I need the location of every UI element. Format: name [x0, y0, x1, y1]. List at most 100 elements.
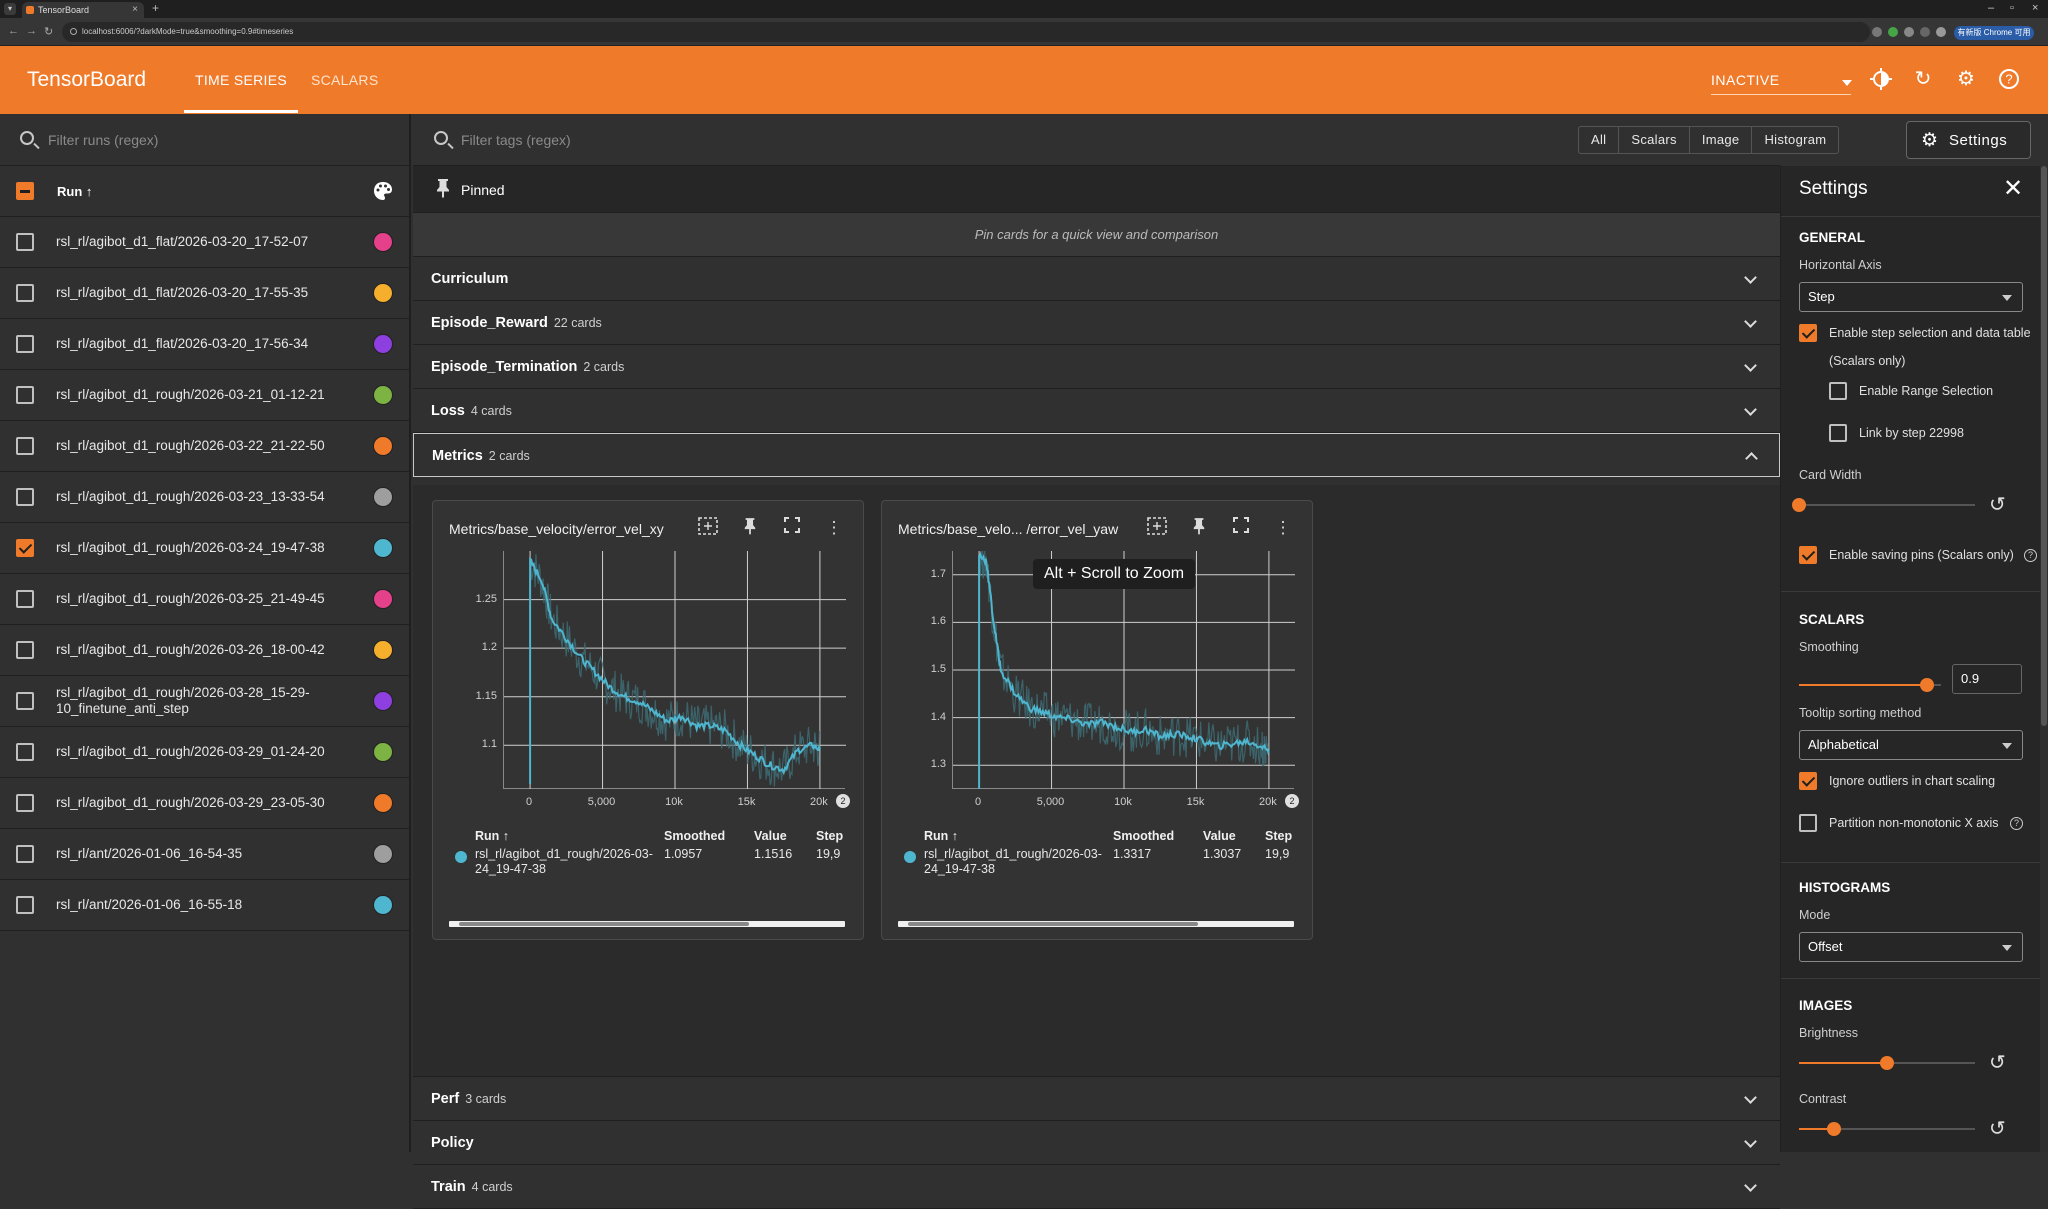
col-value[interactable]: Value	[1203, 829, 1236, 843]
extension-green-icon[interactable]	[1888, 27, 1898, 37]
browser-tab[interactable]: TensorBoard ×	[22, 2, 144, 18]
chrome-update-button[interactable]: 有新版 Chrome 可用	[1954, 26, 2034, 40]
close-tab-icon[interactable]: ×	[132, 4, 138, 15]
run-row[interactable]: rsl_rl/agibot_d1_rough/2026-03-26_18-00-…	[0, 625, 411, 676]
run-color-swatch[interactable]	[373, 589, 393, 609]
tag-group-policy[interactable]: Policy	[413, 1121, 1780, 1165]
run-row[interactable]: rsl_rl/agibot_d1_rough/2026-03-25_21-49-…	[0, 574, 411, 625]
fullscreen-icon[interactable]	[1230, 517, 1252, 539]
settings-toggle-button[interactable]: ⚙ Settings	[1906, 121, 2031, 159]
chevron-down-icon[interactable]	[1744, 359, 1757, 372]
help-icon[interactable]: ?	[2024, 549, 2037, 562]
scrollbar-thumb[interactable]	[908, 922, 1198, 926]
chevron-down-icon[interactable]	[1744, 403, 1757, 416]
tooltip-sort-select[interactable]: Alphabetical	[1799, 730, 2023, 760]
chevron-down-icon[interactable]	[1744, 1179, 1757, 1192]
run-row[interactable]: rsl_rl/agibot_d1_rough/2026-03-29_01-24-…	[0, 727, 411, 778]
minimize-icon[interactable]: –	[1988, 2, 1994, 14]
gear-icon[interactable]: ⚙	[1955, 68, 1977, 90]
run-checkbox[interactable]	[16, 692, 34, 710]
tag-group-curriculum[interactable]: Curriculum	[413, 257, 1780, 301]
slider-thumb[interactable]	[1827, 1122, 1842, 1136]
partition-checkbox[interactable]	[1799, 814, 1817, 832]
fullscreen-icon[interactable]	[781, 517, 803, 539]
run-checkbox[interactable]	[16, 539, 34, 557]
col-step[interactable]: Step	[1265, 829, 1292, 843]
run-row[interactable]: rsl_rl/agibot_d1_flat/2026-03-20_17-52-0…	[0, 217, 411, 268]
run-row[interactable]: rsl_rl/agibot_d1_rough/2026-03-23_13-33-…	[0, 472, 411, 523]
link-by-step-checkbox[interactable]	[1829, 424, 1847, 442]
run-color-swatch[interactable]	[373, 844, 393, 864]
restore-icon[interactable]: ▫	[2010, 2, 2014, 14]
fit-domain-icon[interactable]	[1146, 517, 1168, 539]
table-scrollbar[interactable]	[898, 921, 1294, 927]
slider-thumb[interactable]	[1919, 678, 1934, 692]
select-all-checkbox[interactable]	[16, 182, 34, 200]
chevron-down-icon[interactable]	[1744, 315, 1757, 328]
reset-icon[interactable]: ↺	[1989, 1050, 2006, 1075]
site-info-icon[interactable]	[70, 28, 77, 35]
run-color-swatch[interactable]	[373, 385, 393, 405]
pin-card-icon[interactable]	[739, 517, 761, 539]
run-row[interactable]: rsl_rl/ant/2026-01-06_16-55-18	[0, 880, 411, 931]
run-row[interactable]: rsl_rl/agibot_d1_flat/2026-03-20_17-56-3…	[0, 319, 411, 370]
runs-filter-input[interactable]: Filter runs (regex)	[48, 132, 158, 148]
run-row[interactable]: rsl_rl/agibot_d1_rough/2026-03-21_01-12-…	[0, 370, 411, 421]
help-icon[interactable]: ?	[2010, 817, 2023, 830]
slider-thumb[interactable]	[1792, 498, 1806, 512]
run-checkbox[interactable]	[16, 488, 34, 506]
forward-icon[interactable]: →	[26, 25, 37, 37]
run-color-swatch[interactable]	[373, 487, 393, 507]
chart-plot-area[interactable]: Alt + Scroll to Zoom	[952, 551, 1295, 789]
slider-track[interactable]	[1799, 504, 1975, 506]
pin-card-icon[interactable]	[1188, 517, 1210, 539]
run-checkbox[interactable]	[16, 590, 34, 608]
tab-scalars[interactable]: SCALARS	[311, 72, 378, 88]
sidebar-icon[interactable]	[1920, 27, 1930, 37]
run-row[interactable]: rsl_rl/agibot_d1_rough/2026-03-22_21-22-…	[0, 421, 411, 472]
fit-domain-icon[interactable]	[697, 517, 719, 539]
slider-thumb[interactable]	[1880, 1056, 1894, 1070]
col-smoothed[interactable]: Smoothed	[1113, 829, 1174, 843]
saving-pins-checkbox[interactable]	[1799, 546, 1817, 564]
run-checkbox[interactable]	[16, 896, 34, 914]
smoothing-input[interactable]: 0.9	[1952, 664, 2022, 694]
col-step[interactable]: Step	[816, 829, 843, 843]
range-selection-checkbox[interactable]	[1829, 382, 1847, 400]
run-color-swatch[interactable]	[373, 283, 393, 303]
chevron-down-icon[interactable]	[1744, 1091, 1757, 1104]
filter-image-button[interactable]: Image	[1690, 127, 1753, 153]
run-color-swatch[interactable]	[373, 334, 393, 354]
scrollbar-thumb[interactable]	[459, 922, 749, 926]
run-checkbox[interactable]	[16, 437, 34, 455]
refresh-icon[interactable]: ↻	[1912, 68, 1934, 90]
run-row[interactable]: rsl_rl/agibot_d1_rough/2026-03-28_15-29-…	[0, 676, 411, 727]
table-scrollbar[interactable]	[449, 921, 845, 927]
run-row[interactable]: rsl_rl/agibot_d1_rough/2026-03-24_19-47-…	[0, 523, 411, 574]
palette-icon[interactable]	[372, 180, 394, 208]
horizontal-axis-select[interactable]: Step	[1799, 282, 2023, 312]
filter-scalars-button[interactable]: Scalars	[1619, 127, 1690, 153]
run-row[interactable]: rsl_rl/agibot_d1_rough/2026-03-29_23-05-…	[0, 778, 411, 829]
run-color-swatch[interactable]	[373, 691, 393, 711]
run-color-swatch[interactable]	[373, 742, 393, 762]
run-color-swatch[interactable]	[373, 538, 393, 558]
run-checkbox[interactable]	[16, 386, 34, 404]
run-checkbox[interactable]	[16, 641, 34, 659]
tag-group-train[interactable]: Train 4 cards	[413, 1165, 1780, 1209]
tags-filter-input[interactable]: Filter tags (regex)	[461, 132, 571, 148]
run-checkbox[interactable]	[16, 794, 34, 812]
run-row[interactable]: rsl_rl/agibot_d1_flat/2026-03-20_17-55-3…	[0, 268, 411, 319]
plugin-selector[interactable]: INACTIVE	[1711, 72, 1780, 88]
tag-group-metrics[interactable]: Metrics 2 cards	[413, 433, 1780, 477]
tag-group-episode-reward[interactable]: Episode_Reward 22 cards	[413, 301, 1780, 345]
new-tab-icon[interactable]: +	[152, 1, 159, 15]
run-checkbox[interactable]	[16, 335, 34, 353]
chevron-down-icon[interactable]	[1842, 80, 1852, 86]
reload-icon[interactable]: ↻	[44, 25, 53, 38]
col-run[interactable]: Run ↑	[924, 829, 958, 843]
download-icon[interactable]	[1872, 27, 1882, 37]
run-color-swatch[interactable]	[373, 232, 393, 252]
settings-scrollbar-thumb[interactable]	[2041, 166, 2047, 726]
chevron-down-icon[interactable]	[1744, 1135, 1757, 1148]
